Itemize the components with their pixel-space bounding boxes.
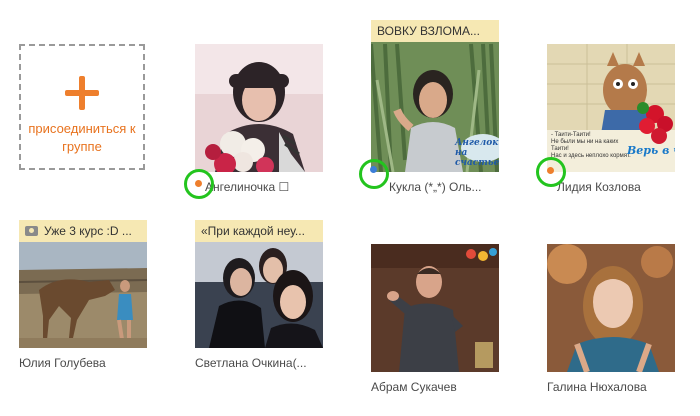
member-card: - Таити-Таити! Не были мы ни на каких Та… <box>547 44 675 195</box>
member-card: Ангелок на счастье ВОВКУ ВЗЛОМА... Кукла… <box>371 20 499 195</box>
member-name[interactable]: Юлия Голубева <box>19 355 147 371</box>
member-photo[interactable]: «При каждой неу... <box>195 220 323 348</box>
photo-image <box>547 244 675 372</box>
member-name[interactable]: Лидия Козлова <box>547 179 675 195</box>
photo-image <box>195 44 323 172</box>
member-name[interactable]: Абрам Сукачев <box>371 379 499 395</box>
join-group-label: присоединиться к группе <box>28 121 136 154</box>
member-name[interactable]: Светлана Очкина(... <box>195 355 323 371</box>
highlight-ring <box>359 159 389 189</box>
status-badge[interactable]: Уже 3 курс :D ... <box>19 220 147 242</box>
member-name[interactable]: Кукла (*„*) Оль... <box>371 179 499 195</box>
member-card: Ангелиночка ☐ <box>195 44 323 195</box>
member-card: «При каждой неу... Светлана Очкина(... <box>195 220 323 371</box>
status-text: Уже 3 курс :D ... <box>44 224 132 238</box>
camera-icon <box>25 226 38 236</box>
member-photo[interactable] <box>195 44 323 172</box>
highlight-ring <box>536 157 566 187</box>
caption-line: Не были мы ни на каких Таити! <box>551 139 619 152</box>
plus-icon <box>65 76 99 110</box>
member-photo[interactable]: Ангелок на счастье ВОВКУ ВЗЛОМА... <box>371 20 499 172</box>
member-card: Абрам Сукачев <box>371 244 499 395</box>
members-grid: присоединиться к группе Ангелиночка ☐ Ан… <box>0 0 700 416</box>
caption-line: Нас и здесь неплохо кормят. <box>551 153 631 159</box>
highlight-ring <box>184 169 214 199</box>
status-badge[interactable]: «При каждой неу... <box>195 220 323 242</box>
photo-caption: - Таити-Таити! Не были мы ни на каких Та… <box>551 132 635 160</box>
member-card: Уже 3 курс :D ... Юлия Голубева <box>19 220 147 371</box>
status-badge[interactable]: ВОВКУ ВЗЛОМА... <box>371 20 499 42</box>
member-photo[interactable] <box>371 244 499 372</box>
member-name[interactable]: Галина Нюхалова <box>547 379 675 395</box>
caption-line: - Таити-Таити! <box>551 132 591 138</box>
member-photo[interactable]: Уже 3 курс :D ... <box>19 220 147 348</box>
join-group-button[interactable]: присоединиться к группе <box>19 44 145 170</box>
photo-sticker: Ангелок на счастье <box>455 138 499 168</box>
member-photo[interactable] <box>547 244 675 372</box>
member-card: Галина Нюхалова <box>547 244 675 395</box>
photo-image <box>371 244 499 372</box>
photo-sticker: Верь в чудеса! <box>627 144 675 157</box>
member-name[interactable]: Ангелиночка ☐ <box>195 179 323 195</box>
member-photo[interactable]: - Таити-Таити! Не были мы ни на каких Та… <box>547 44 675 172</box>
